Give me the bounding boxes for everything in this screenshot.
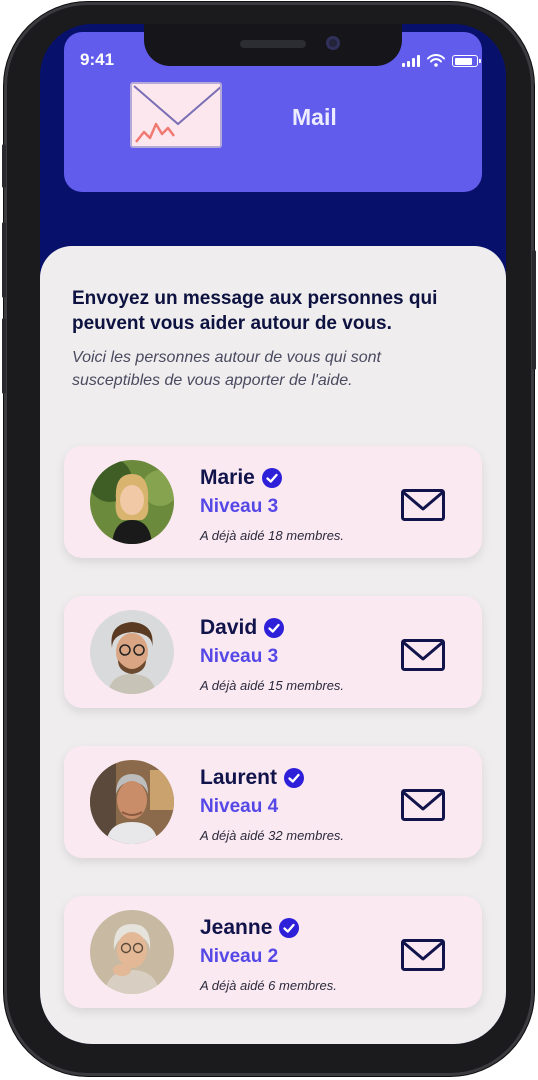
avatar [90, 610, 174, 694]
phone-frame: Mail 9:41 Envoyez un message aux personn… [2, 2, 536, 1076]
helper-count: A déjà aidé 18 membres. [200, 528, 345, 543]
mail-icon[interactable] [401, 639, 445, 671]
helper-name: Jeanne [200, 916, 273, 939]
verified-check-icon [279, 918, 300, 938]
helper-level: Niveau 3 [200, 646, 279, 667]
helper-count: A déjà aidé 6 membres. [200, 978, 337, 993]
intro-subtext: Voici les personnes autour de vous qui s… [72, 349, 381, 389]
status-time: 9:41 [80, 50, 115, 69]
helper-level: Niveau 3 [200, 496, 279, 517]
avatar [90, 460, 174, 544]
volume-up-button [2, 222, 6, 298]
helper-name: Marie [200, 466, 255, 489]
speaker-grille [240, 40, 306, 48]
volume-down-button [2, 318, 6, 394]
mail-icon[interactable] [401, 939, 445, 971]
intro-headline: Envoyez un message aux personnes qui peu… [72, 288, 438, 334]
name-row: David [200, 616, 285, 640]
verified-check-icon [284, 768, 305, 788]
verified-check-icon [264, 618, 285, 638]
name-row: Jeanne [200, 916, 300, 940]
page-title: Mail [292, 104, 337, 130]
helper-card-marie[interactable]: Marie Niveau 3 A déjà aidé 18 membres. [64, 446, 482, 558]
cellular-signal-icon [402, 55, 420, 67]
name-row: Marie [200, 466, 282, 490]
silent-switch [2, 144, 6, 188]
power-button [532, 250, 536, 370]
name-row: Laurent [200, 766, 305, 790]
avatar [90, 760, 174, 844]
mail-icon[interactable] [401, 789, 445, 821]
helper-level: Niveau 4 [200, 796, 279, 817]
helper-count: A déjà aidé 15 membres. [200, 678, 345, 693]
front-camera [326, 36, 340, 50]
mail-icon[interactable] [401, 489, 445, 521]
content-sheet: Envoyez un message aux personnes qui peu… [40, 246, 506, 1044]
battery-icon [452, 55, 481, 67]
verified-check-icon [261, 468, 282, 488]
helper-card-david[interactable]: David Niveau 3 A déjà aidé 15 membres. [64, 596, 482, 708]
helper-card-jeanne[interactable]: Jeanne Niveau 2 A déjà aidé 6 membres. [64, 896, 482, 1008]
helper-name: David [200, 616, 258, 639]
status-icons [402, 54, 481, 67]
wifi-icon [427, 54, 445, 67]
screen: Mail 9:41 Envoyez un message aux personn… [40, 24, 506, 1044]
avatar [90, 910, 174, 994]
helper-name: Laurent [200, 766, 278, 789]
helper-level: Niveau 2 [200, 946, 279, 967]
helper-card-laurent[interactable]: Laurent Niveau 4 A déjà aidé 32 membres. [64, 746, 482, 858]
envelope-logo-icon [130, 82, 222, 148]
helper-count: A déjà aidé 32 membres. [200, 828, 345, 843]
notch [144, 24, 402, 66]
